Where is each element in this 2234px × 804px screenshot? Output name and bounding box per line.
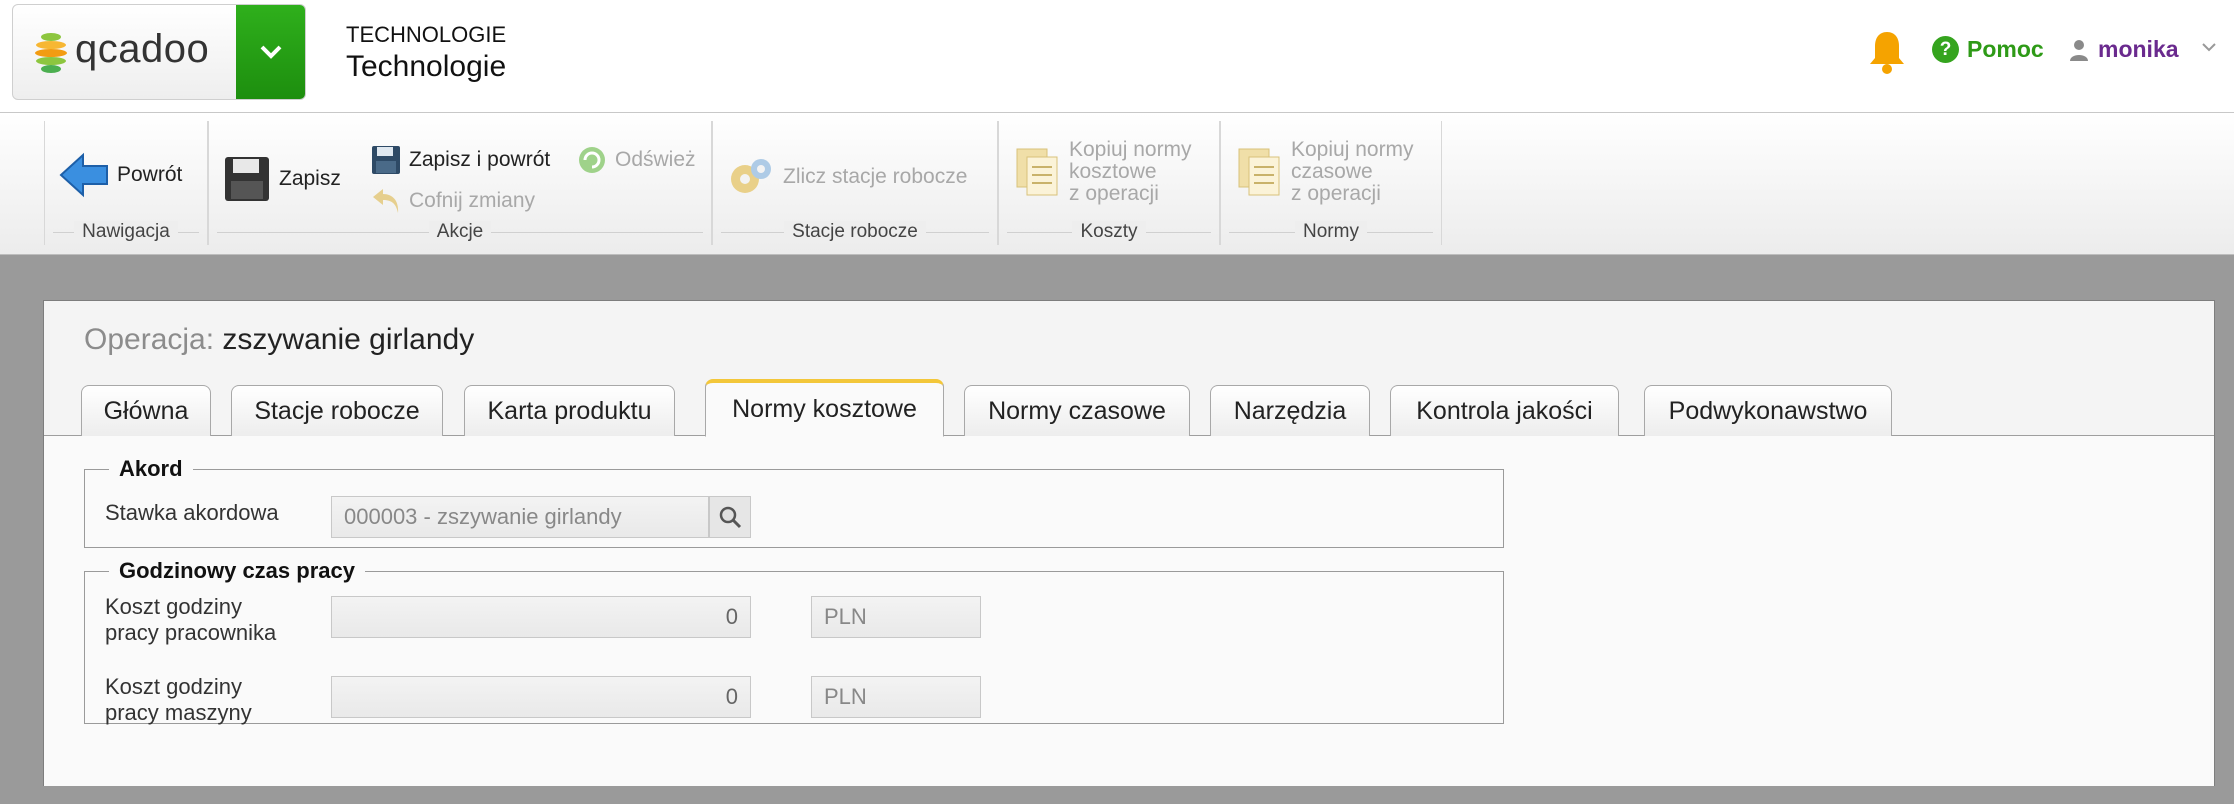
undo-icon xyxy=(373,189,399,213)
copy-time-norms-button[interactable]: Kopiuj normy czasowe z operacji xyxy=(1237,139,1414,205)
form-title: Operacja: zszywanie girlandy xyxy=(84,323,474,357)
group-label-navigation: Nawigacja xyxy=(74,221,178,242)
save-and-back-label: Zapisz i powrót xyxy=(409,148,551,171)
user-icon xyxy=(2070,39,2088,61)
machine-hour-cost-label-line1: Koszt godziny xyxy=(105,674,242,699)
chevron-down-icon xyxy=(260,45,282,59)
count-workstations-label: Zlicz stacje robocze xyxy=(783,165,968,188)
undo-changes-button[interactable]: Cofnij zmiany xyxy=(371,187,535,215)
app-logo[interactable]: qcadoo xyxy=(12,4,306,100)
count-workstations-button[interactable]: Zlicz stacje robocze xyxy=(727,155,967,199)
user-menu[interactable]: monika xyxy=(2070,36,2179,63)
back-label: Powrót xyxy=(117,163,183,186)
help-label: Pomoc xyxy=(1967,36,2044,62)
refresh-button[interactable]: Odśwież xyxy=(577,145,696,175)
save-and-back-button[interactable]: Zapisz i powrót xyxy=(371,145,550,175)
hourly-legend: Godzinowy czas pracy xyxy=(119,558,355,583)
tab-main[interactable]: Główna xyxy=(81,385,211,436)
group-label-costs: Koszty xyxy=(1072,221,1146,242)
tab-subcontracting[interactable]: Podwykonawstwo xyxy=(1644,385,1892,436)
piecework-rate-lookup-button[interactable] xyxy=(709,496,751,538)
top-header: qcadoo TECHNOLOGIE Technologie ? Pomoc m… xyxy=(0,0,2234,113)
group-label-actions: Akcje xyxy=(428,221,492,242)
tab-product-card[interactable]: Karta produktu xyxy=(464,385,675,436)
save-label: Zapisz xyxy=(279,167,341,190)
tab-content-cost-norms: Akord Stawka akordowa 000003 - zszywanie… xyxy=(44,436,2214,786)
menu-toggle-button[interactable] xyxy=(236,5,305,99)
gears-icon xyxy=(731,159,771,193)
piecework-legend: Akord xyxy=(119,456,183,481)
piecework-rate-lookup-input[interactable]: 000003 - zszywanie girlandy xyxy=(331,496,709,538)
notifications-bell-icon[interactable] xyxy=(1868,30,1906,74)
tab-workstations[interactable]: Stacje robocze xyxy=(231,385,443,436)
tab-cost-norms[interactable]: Normy kosztowe xyxy=(705,379,944,437)
machine-hour-cost-label: Koszt godziny pracy maszyny xyxy=(105,674,252,726)
worker-hour-cost-currency: PLN xyxy=(811,596,981,638)
worker-hour-cost-label: Koszt godziny pracy pracownika xyxy=(105,594,276,646)
group-label-norms: Normy xyxy=(1295,221,1367,242)
back-button[interactable]: Powrót xyxy=(59,151,182,199)
piecework-fieldset: Akord Stawka akordowa 000003 - zszywanie… xyxy=(84,456,1504,548)
tab-quality-control[interactable]: Kontrola jakości xyxy=(1390,385,1619,436)
form-title-value: zszywanie girlandy xyxy=(222,323,475,356)
worker-hour-cost-label-line1: Koszt godziny xyxy=(105,594,242,619)
copy-time-label-line3: z operacji xyxy=(1291,182,1381,205)
save-button[interactable]: Zapisz xyxy=(223,155,341,203)
worker-hour-cost-label-line2: pracy pracownika xyxy=(105,620,277,645)
form-title-label: Operacja: xyxy=(84,323,215,356)
hourly-fieldset: Godzinowy czas pracy Koszt godziny pracy… xyxy=(84,558,1504,726)
search-icon xyxy=(719,506,742,529)
help-link[interactable]: ? Pomoc xyxy=(1932,36,2044,63)
machine-hour-cost-label-line2: pracy maszyny xyxy=(105,700,252,725)
refresh-icon xyxy=(579,147,605,173)
ribbon-group-actions: Zapisz Zapisz i powrót Odśwież Cofnij zm… xyxy=(208,121,712,245)
undo-changes-label: Cofnij zmiany xyxy=(409,189,536,212)
copy-cost-label-line1: Kopiuj normy xyxy=(1069,138,1192,161)
ribbon-group-costs: Kopiuj normy kosztowe z operacji Koszty xyxy=(998,121,1220,245)
machine-hour-cost-input[interactable]: 0 xyxy=(331,676,751,718)
page-title: Technologie xyxy=(346,50,507,83)
arrow-left-icon xyxy=(59,152,108,198)
logo-text: qcadoo xyxy=(75,27,210,71)
form-tabs: Główna Stacje robocze Karta produktu Nor… xyxy=(44,379,2214,437)
copy-document-icon xyxy=(1238,148,1280,196)
save-back-icon xyxy=(372,146,400,174)
group-label-workstations: Stacje robocze xyxy=(784,221,926,242)
ribbon-group-workstations: Zlicz stacje robocze Stacje robocze xyxy=(712,121,998,245)
refresh-label: Odśwież xyxy=(615,148,696,171)
operation-form-panel: Operacja: zszywanie girlandy Główna Stac… xyxy=(43,300,2215,786)
piecework-rate-label: Stawka akordowa xyxy=(105,500,279,525)
help-icon: ? xyxy=(1932,36,1959,63)
copy-time-label-line2: czasowe xyxy=(1291,160,1373,183)
user-name: monika xyxy=(2098,36,2179,62)
user-caret-icon[interactable] xyxy=(2202,42,2216,52)
copy-cost-norms-button[interactable]: Kopiuj normy kosztowe z operacji xyxy=(1015,139,1192,205)
page-subtitle: TECHNOLOGIE xyxy=(346,22,507,47)
floppy-disk-icon xyxy=(225,157,269,201)
ribbon-toolbar: Powrót Nawigacja Zapisz Zapisz i powrót xyxy=(0,113,2234,255)
copy-cost-label-line2: kosztowe xyxy=(1069,160,1157,183)
copy-document-icon xyxy=(1016,148,1058,196)
tab-tools[interactable]: Narzędzia xyxy=(1210,385,1370,436)
copy-time-label-line1: Kopiuj normy xyxy=(1291,138,1414,161)
machine-hour-cost-currency: PLN xyxy=(811,676,981,718)
ribbon-group-navigation: Powrót Nawigacja xyxy=(44,121,208,245)
ribbon-group-norms: Kopiuj normy czasowe z operacji Normy xyxy=(1220,121,1442,245)
copy-cost-label-line3: z operacji xyxy=(1069,182,1159,205)
worker-hour-cost-input[interactable]: 0 xyxy=(331,596,751,638)
logo-mark-icon xyxy=(35,33,67,73)
tab-time-norms[interactable]: Normy czasowe xyxy=(964,385,1190,436)
